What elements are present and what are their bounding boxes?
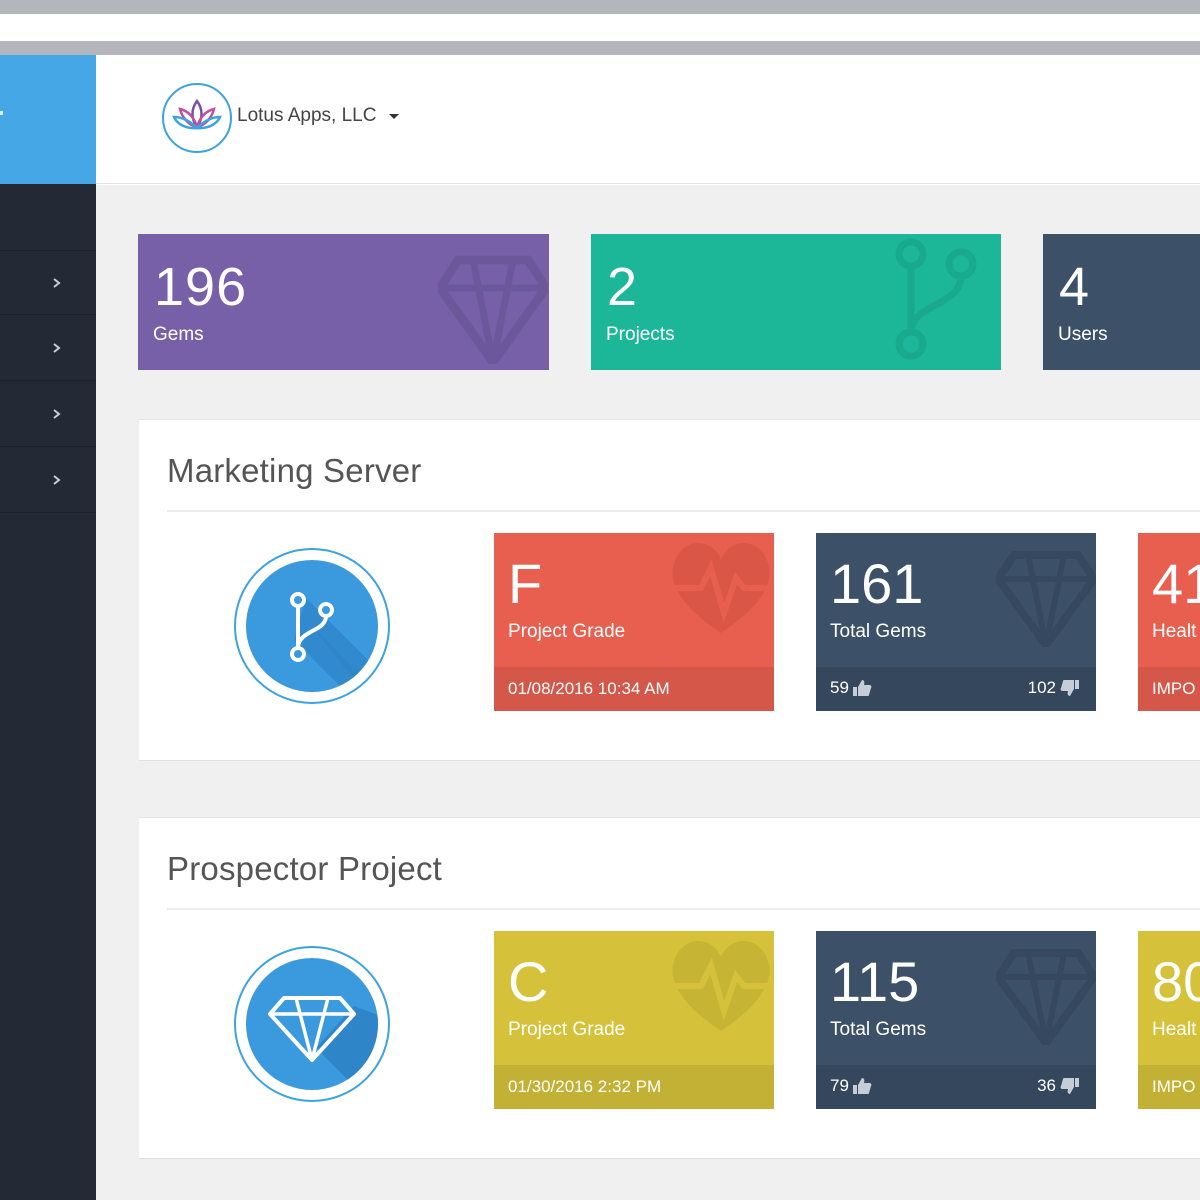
organization-name[interactable]: Lotus Apps, LLC: [237, 105, 376, 127]
tile-footer: 79 36: [816, 1065, 1096, 1109]
downvotes: 36: [1037, 1076, 1080, 1096]
gems-value: 115: [830, 950, 920, 1013]
heart-pulse-icon: [671, 543, 774, 633]
tile-footer: 59 102: [816, 667, 1096, 711]
chevron-right-icon: [53, 475, 61, 485]
stat-label: Users: [1058, 324, 1108, 345]
thumbs-up-icon: [852, 680, 872, 696]
sidebar-item-1[interactable]: [0, 250, 96, 315]
caret-down-icon[interactable]: [389, 114, 399, 119]
gems-label: Total Gems: [830, 621, 927, 642]
upvote-count: 59: [830, 678, 849, 697]
branch-icon: [290, 592, 378, 692]
browser-toolbar: [0, 14, 1200, 41]
grade-date: 01/30/2016 2:32 PM: [508, 1077, 662, 1096]
health-value: 80: [1152, 950, 1200, 1013]
grade-label: Project Grade: [508, 1019, 626, 1040]
project-title[interactable]: Marketing Server: [167, 452, 421, 490]
stat-value: 2: [607, 257, 639, 317]
thumbs-down-icon: [1060, 1078, 1079, 1094]
project-grade-tile[interactable]: F Project Grade 01/08/2016 10:34 AM: [494, 533, 774, 711]
grade-value: F: [508, 552, 543, 615]
tile-footer: IMPO: [1138, 667, 1200, 711]
stat-card-projects[interactable]: 2 Projects: [591, 234, 1001, 370]
lotus-logo[interactable]: [162, 83, 232, 153]
grade-date: 01/08/2016 10:34 AM: [508, 679, 670, 698]
total-gems-tile[interactable]: 161 Total Gems 59 102: [816, 533, 1096, 711]
downvote-count: 102: [1027, 678, 1056, 697]
sidebar-brand[interactable]: [0, 55, 96, 184]
downvotes: 102: [1028, 678, 1080, 698]
sidebar: [0, 55, 96, 1200]
health-label: Healt: [1152, 621, 1197, 642]
diamond-icon: [438, 255, 548, 364]
health-footer-text: IMPO: [1152, 679, 1196, 698]
thumbs-up-icon: [852, 1078, 872, 1094]
stat-value: 4: [1059, 257, 1091, 317]
browser-frame-top: [0, 0, 1200, 14]
top-header: Lotus Apps, LLC: [96, 55, 1200, 184]
menu-toggle-icon[interactable]: [0, 111, 3, 115]
grade-value: C: [508, 950, 549, 1013]
total-gems-tile[interactable]: 115 Total Gems 79 36: [816, 931, 1096, 1109]
tile-footer: 01/08/2016 10:34 AM: [494, 667, 774, 711]
heart-pulse-icon: [671, 941, 774, 1031]
diamond-icon: [996, 949, 1096, 1045]
project-panel-prospector-project: Prospector Project C Project Grade 01/30…: [139, 817, 1200, 1159]
health-tile[interactable]: 80 Healt IMPO: [1138, 931, 1200, 1109]
chevron-right-icon: [53, 343, 61, 353]
dashboard-content: 196 Gems 2 Projects 4 Users Marketing Se…: [96, 185, 1200, 1200]
upvotes: 79: [830, 1076, 872, 1096]
upvote-count: 79: [830, 1076, 849, 1095]
browser-frame-divider: [0, 41, 1200, 55]
stat-value: 196: [154, 257, 248, 317]
grade-label: Project Grade: [508, 621, 626, 642]
health-footer-text: IMPO: [1152, 1077, 1196, 1096]
stat-card-users[interactable]: 4 Users: [1043, 234, 1200, 370]
sidebar-item-2[interactable]: [0, 316, 96, 381]
chevron-right-icon: [53, 409, 61, 419]
health-value: 41: [1152, 552, 1200, 615]
stat-label: Gems: [153, 324, 204, 345]
stat-label: Projects: [606, 324, 675, 345]
project-title[interactable]: Prospector Project: [167, 850, 442, 888]
sidebar-item-3[interactable]: [0, 382, 96, 447]
gems-value: 161: [830, 552, 924, 615]
project-icon[interactable]: [234, 548, 390, 704]
stat-card-gems[interactable]: 196 Gems: [138, 234, 549, 370]
branch-icon: [895, 238, 977, 360]
project-grade-tile[interactable]: C Project Grade 01/30/2016 2:32 PM: [494, 931, 774, 1109]
project-icon[interactable]: [234, 946, 390, 1102]
diamond-icon: [996, 551, 1096, 647]
project-panel-marketing-server: Marketing Server F Project Grade 01/08/2…: [139, 419, 1200, 761]
divider: [167, 510, 1200, 512]
gems-label: Total Gems: [830, 1019, 927, 1040]
thumbs-down-icon: [1060, 680, 1079, 696]
tile-footer: 01/30/2016 2:32 PM: [494, 1065, 774, 1109]
upvotes: 59: [830, 678, 872, 698]
divider: [167, 908, 1200, 910]
chevron-right-icon: [53, 278, 61, 288]
downvote-count: 36: [1037, 1076, 1056, 1095]
health-tile[interactable]: 41 Healt IMPO: [1138, 533, 1200, 711]
health-label: Healt: [1152, 1019, 1197, 1040]
sidebar-item-4[interactable]: [0, 448, 96, 513]
lotus-icon: [172, 98, 222, 130]
tile-footer: IMPO: [1138, 1065, 1200, 1109]
diamond-icon: [268, 996, 378, 1090]
